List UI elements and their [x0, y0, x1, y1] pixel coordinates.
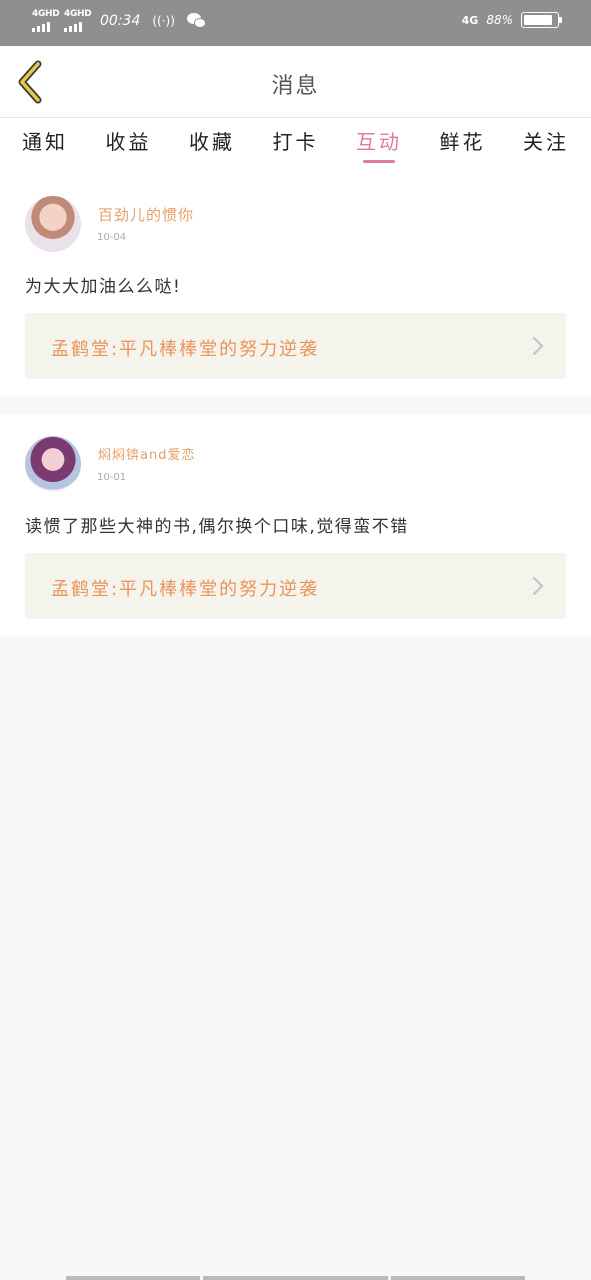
tab-follow[interactable]: 关注	[523, 118, 569, 174]
status-left: 4GHD 4GHD 00:34 ((·))	[32, 9, 207, 32]
signal-icon: 4GHD	[32, 9, 60, 32]
book-title: 孟鹤堂:平凡棒棒堂的努力逆袭	[51, 339, 320, 360]
tab-checkin[interactable]: 打卡	[273, 118, 319, 174]
header: 消息	[0, 46, 591, 118]
status-bar: 4GHD 4GHD 00:34 ((·)) 4G 88%	[0, 0, 591, 46]
message-card: 百劲儿的惯你 10-04 为大大加油么么哒! 孟鹤堂:平凡棒棒堂的努力逆袭	[0, 174, 591, 396]
book-title: 孟鹤堂:平凡棒棒堂的努力逆袭	[51, 579, 320, 600]
chevron-right-icon	[532, 576, 544, 596]
message-card: 焖焖锛and爱恋 10-01 读惯了那些大神的书,偶尔换个口味,觉得蛮不错 孟鹤…	[0, 414, 591, 636]
battery-icon	[521, 12, 562, 28]
signal-label: 4GHD	[64, 9, 92, 19]
page-title: 消息	[271, 74, 320, 99]
book-link[interactable]: 孟鹤堂:平凡棒棒堂的努力逆袭	[25, 313, 566, 379]
tab-favorites[interactable]: 收藏	[189, 118, 235, 174]
message-text: 为大大加油么么哒!	[25, 277, 182, 297]
book-link[interactable]: 孟鹤堂:平凡棒棒堂的努力逆袭	[25, 553, 566, 619]
battery-percent: 88%	[486, 13, 513, 27]
signal-label: 4GHD	[32, 9, 60, 19]
avatar[interactable]	[25, 436, 81, 492]
message-date: 10-04	[97, 232, 127, 243]
tab-bar: 通知 收益 收藏 打卡 互动 鲜花 关注	[0, 118, 591, 174]
tab-earnings[interactable]: 收益	[106, 118, 152, 174]
tab-flowers[interactable]: 鲜花	[440, 118, 486, 174]
message-date: 10-01	[97, 472, 127, 483]
network-label: 4G	[461, 13, 479, 27]
status-time: 00:34	[100, 13, 141, 29]
username[interactable]: 百劲儿的惯你	[98, 204, 194, 225]
system-nav-bar	[0, 1276, 591, 1280]
wechat-icon	[186, 12, 207, 30]
avatar[interactable]	[25, 196, 81, 252]
signal-icon: 4GHD	[64, 9, 92, 32]
hotspot-icon: ((·))	[152, 14, 175, 28]
username[interactable]: 焖焖锛and爱恋	[98, 444, 195, 463]
chevron-right-icon	[532, 336, 544, 356]
tab-interaction[interactable]: 互动	[356, 118, 402, 174]
status-right: 4G 88%	[461, 12, 562, 28]
message-text: 读惯了那些大神的书,偶尔换个口味,觉得蛮不错	[25, 517, 409, 537]
tab-notifications[interactable]: 通知	[22, 118, 68, 174]
